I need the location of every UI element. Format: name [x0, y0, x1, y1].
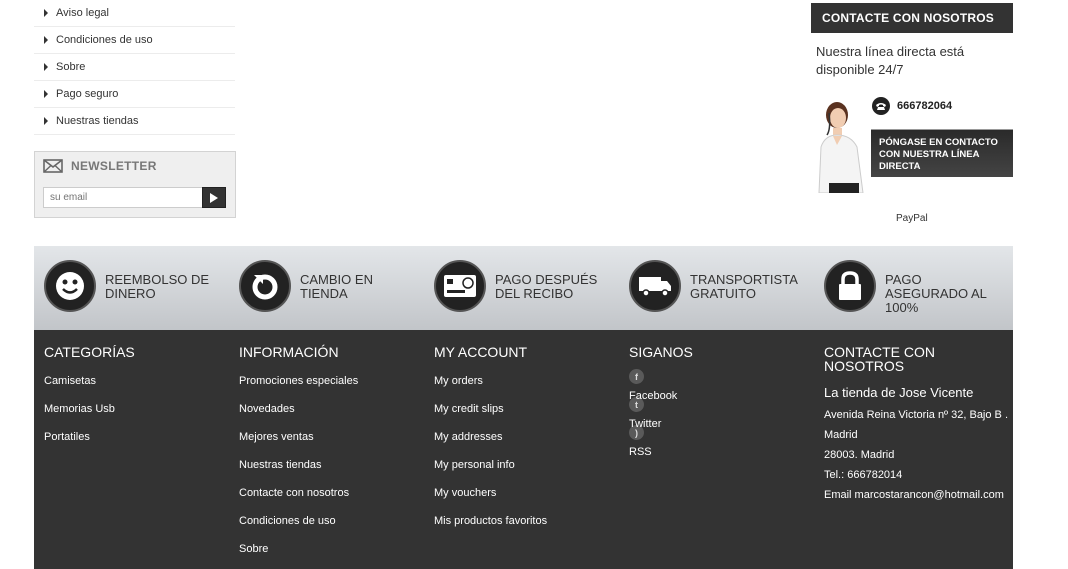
contact-hotline-button[interactable]: PÓNGASE EN CONTACTO CON NUESTRA LÍNEA DI…: [871, 129, 1013, 177]
bullet-arrow-icon: [44, 36, 48, 44]
footer-information-title: INFORMACIÓN: [239, 344, 339, 360]
bullet-arrow-icon: [44, 90, 48, 98]
footer-account-title: MY ACCOUNT: [434, 344, 528, 360]
info-link-sobre[interactable]: Sobre: [34, 54, 235, 81]
reassurance-secure-payment: PAGO ASEGURADO AL 100%: [824, 260, 1000, 315]
smiley-icon: [44, 260, 96, 312]
info-link-nuestras-tiendas[interactable]: Nuestras tiendas: [34, 108, 235, 135]
reassurance-band: REEMBOLSO DE DINERO CAMBIO EN TIENDA PAG…: [34, 246, 1013, 330]
newsletter-submit-button[interactable]: [202, 187, 226, 208]
refresh-icon: [239, 260, 291, 312]
truck-icon: [629, 260, 681, 312]
footer-follow: SIGANOS f Facebook t Twitter ) RSS: [629, 344, 693, 458]
footer-info-link[interactable]: Mejores ventas: [239, 425, 358, 453]
footer-address-line: 28003. Madrid: [824, 449, 895, 461]
contact-box: CONTACTE CON NOSOTROS Nuestra línea dire…: [811, 3, 1013, 224]
footer-categories: CATEGORÍAS Camisetas Memorias Usb Portat…: [44, 345, 135, 453]
footer-account-link[interactable]: My credit slips: [434, 397, 547, 425]
bullet-arrow-icon: [44, 63, 48, 71]
play-arrow-icon: [210, 192, 218, 203]
lock-icon: [824, 260, 876, 312]
footer-category-link[interactable]: Portatiles: [44, 425, 135, 453]
info-link-aviso-legal[interactable]: Aviso legal: [34, 0, 235, 27]
newsletter-header: NEWSLETTER: [43, 159, 157, 173]
footer-store-name: La tienda de Jose Vicente: [824, 385, 974, 400]
footer-contact: CONTACTE CON NOSOTROS La tienda de Jose …: [824, 345, 1009, 505]
info-link-pago-seguro[interactable]: Pago seguro: [34, 81, 235, 108]
bullet-arrow-icon: [44, 117, 48, 125]
newsletter-title: NEWSLETTER: [71, 159, 157, 173]
contact-box-title: CONTACTE CON NOSOTROS: [811, 3, 1013, 33]
contact-phone: 666782064: [872, 97, 952, 115]
footer-information: INFORMACIÓN Promociones especiales Noved…: [239, 345, 358, 565]
paypal-logo[interactable]: PayPal: [896, 213, 928, 224]
reassurance-pay-after: PAGO DESPUÉS DEL RECIBO: [434, 260, 610, 312]
footer-email-line[interactable]: Email marcostarancon@hotmail.com: [824, 485, 1009, 505]
contact-phone-number: 666782064: [897, 100, 953, 112]
info-link-condiciones[interactable]: Condiciones de uso: [34, 27, 235, 54]
footer-contact-title: CONTACTE CON NOSOTROS: [824, 344, 935, 374]
footer-account-link[interactable]: Mis productos favoritos: [434, 509, 547, 537]
reassurance-money-back: REEMBOLSO DE DINERO: [44, 260, 220, 312]
envelope-icon: [43, 159, 63, 173]
footer-info-link[interactable]: Contacte con nosotros: [239, 481, 358, 509]
contact-box-text: Nuestra línea directa está disponible 24…: [816, 44, 965, 77]
footer-account-link[interactable]: My addresses: [434, 425, 547, 453]
footer-info-link[interactable]: Promociones especiales: [239, 369, 358, 397]
footer-phone-line: Tel.: 666782014: [824, 469, 903, 481]
footer-account: MY ACCOUNT My orders My credit slips My …: [434, 345, 547, 537]
support-agent-image: [818, 102, 864, 193]
phone-icon: [872, 97, 890, 115]
footer-category-link[interactable]: Memorias Usb: [44, 397, 135, 425]
facebook-icon: f: [629, 369, 644, 384]
footer-categories-title: CATEGORÍAS: [44, 344, 135, 360]
footer: CATEGORÍAS Camisetas Memorias Usb Portat…: [34, 330, 1013, 569]
footer-facebook-link[interactable]: f Facebook: [629, 369, 693, 402]
reassurance-free-shipping: TRANSPORTISTA GRATUITO: [629, 260, 805, 312]
footer-category-link[interactable]: Camisetas: [44, 369, 135, 397]
footer-account-link[interactable]: My personal info: [434, 453, 547, 481]
footer-info-link[interactable]: Condiciones de uso: [239, 509, 358, 537]
footer-account-link[interactable]: My orders: [434, 369, 547, 397]
footer-info-link[interactable]: Nuestras tiendas: [239, 453, 358, 481]
reassurance-store-exchange: CAMBIO EN TIENDA: [239, 260, 415, 312]
footer-address-line: Avenida Reina Victoria nº 32, Bajo B .: [824, 409, 1009, 421]
info-links-list: Aviso legal Condiciones de uso Sobre Pag…: [34, 0, 235, 135]
newsletter-email-input[interactable]: [43, 187, 203, 208]
footer-info-link[interactable]: Novedades: [239, 397, 358, 425]
bullet-arrow-icon: [44, 9, 48, 17]
credit-card-icon: [434, 260, 486, 312]
footer-info-link[interactable]: Sobre: [239, 537, 358, 565]
footer-address-line: Madrid: [824, 429, 858, 441]
footer-follow-title: SIGANOS: [629, 344, 693, 360]
footer-account-link[interactable]: My vouchers: [434, 481, 547, 509]
newsletter-block: NEWSLETTER: [34, 151, 236, 218]
